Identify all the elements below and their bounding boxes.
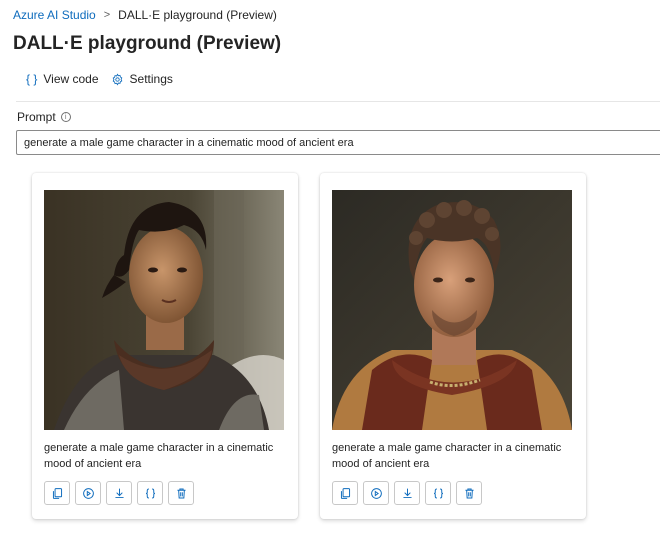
image-card: generate a male game character in a cine…: [320, 173, 586, 519]
image-card: generate a male game character in a cine…: [32, 173, 298, 519]
code-icon: [145, 488, 155, 498]
generate-variations-button[interactable]: [363, 481, 389, 505]
generated-image[interactable]: [332, 190, 572, 430]
code-icon: [433, 488, 443, 498]
download-icon: [114, 488, 124, 498]
delete-button[interactable]: [456, 481, 482, 505]
view-json-button[interactable]: [425, 481, 451, 505]
copy-icon: [340, 487, 350, 499]
variation-icon: [370, 487, 382, 499]
delete-icon: [176, 488, 186, 498]
delete-icon: [464, 488, 474, 498]
toolbar: { } View code Settings: [26, 72, 185, 86]
breadcrumb-current: DALL·E playground (Preview): [118, 8, 277, 22]
generated-image[interactable]: [44, 190, 284, 430]
copy-button[interactable]: [44, 481, 70, 505]
delete-button[interactable]: [168, 481, 194, 505]
download-button[interactable]: [106, 481, 132, 505]
card-actions: [332, 481, 487, 505]
view-code-button[interactable]: { } View code: [26, 72, 99, 86]
toolbar-divider: [16, 101, 660, 102]
breadcrumb: Azure AI Studio > DALL·E playground (Pre…: [13, 8, 277, 22]
gear-icon: [111, 72, 124, 86]
copy-icon: [52, 487, 62, 499]
generate-variations-button[interactable]: [75, 481, 101, 505]
info-icon[interactable]: i: [60, 112, 71, 122]
download-button[interactable]: [394, 481, 420, 505]
view-code-label: View code: [43, 72, 99, 86]
image-caption: generate a male game character in a cine…: [44, 442, 274, 470]
prompt-input[interactable]: [16, 130, 660, 155]
braces-icon: { }: [26, 72, 38, 86]
variation-icon: [82, 487, 94, 499]
download-icon: [402, 488, 412, 498]
view-json-button[interactable]: [137, 481, 163, 505]
settings-button[interactable]: Settings: [111, 72, 173, 86]
page-title: DALL·E playground (Preview): [13, 33, 282, 54]
prompt-label-text: Prompt: [17, 110, 56, 124]
card-actions: [44, 481, 199, 505]
settings-label: Settings: [129, 72, 173, 86]
chevron-right-icon: >: [103, 9, 111, 21]
copy-button[interactable]: [332, 481, 358, 505]
prompt-label: Prompt i: [17, 110, 71, 124]
breadcrumb-root-link[interactable]: Azure AI Studio: [13, 8, 96, 22]
image-caption: generate a male game character in a cine…: [332, 442, 562, 470]
